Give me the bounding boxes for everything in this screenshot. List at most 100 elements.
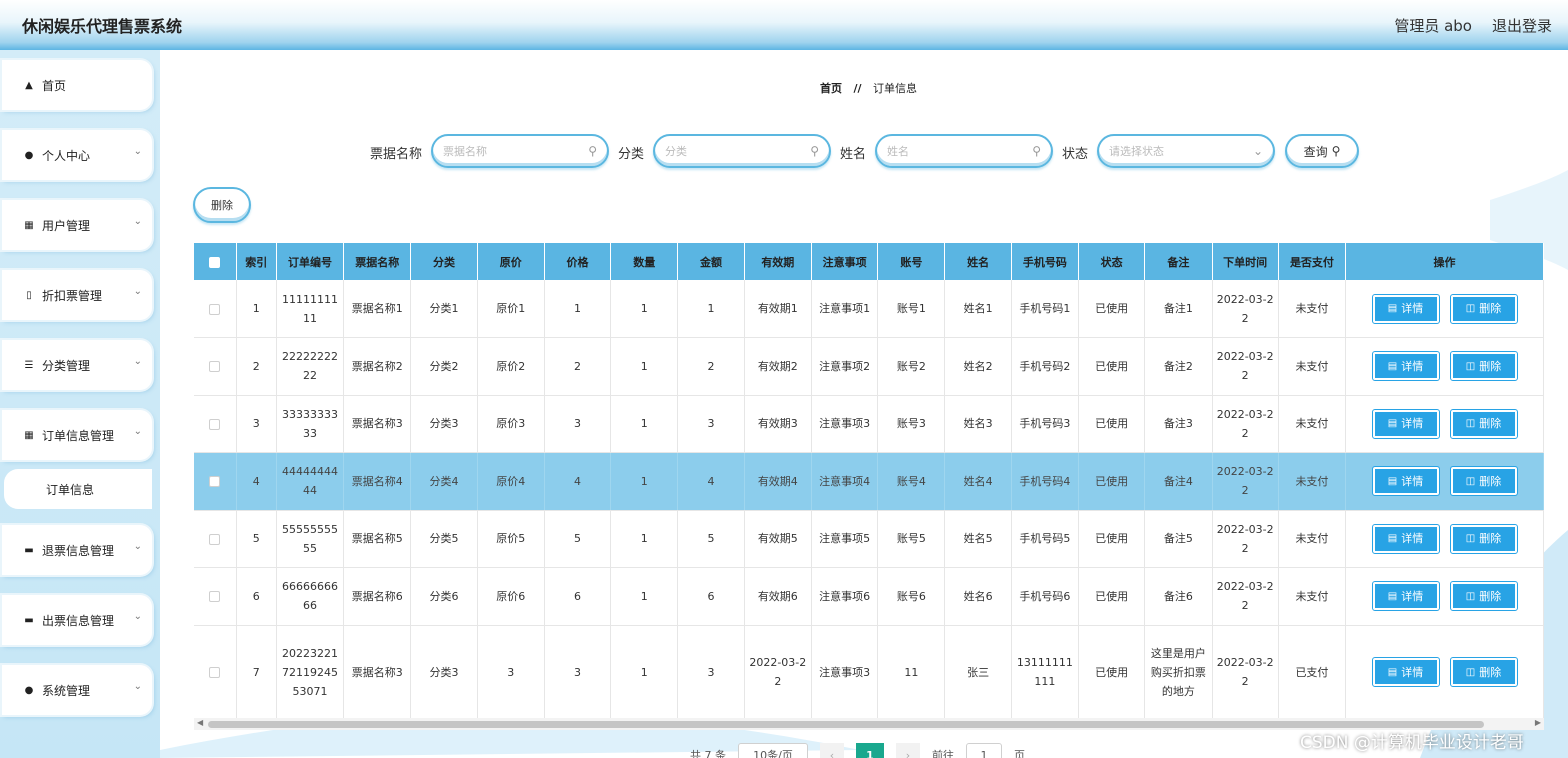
status-input[interactable] [1109,144,1249,158]
table-cell: 票据名称3 [343,395,412,453]
column-header: 姓名 [944,243,1012,280]
breadcrumb-current: 订单信息 [873,82,918,95]
scroll-right-icon[interactable]: ▶ [1535,718,1541,727]
sidebar-item-system[interactable]: ● 系统管理 ⌄ [2,665,152,715]
search-icon: ⚲ [588,144,597,158]
list-icon: ☰ [24,359,34,371]
table-cell: 2 [236,337,277,396]
detail-button[interactable]: ▤ 详情 [1371,657,1440,687]
category-input[interactable] [665,144,807,158]
detail-button[interactable]: ▤ 详情 [1371,408,1440,439]
detail-button[interactable]: ▤ 详情 [1371,293,1440,324]
table-cell: 姓名4 [944,452,1012,511]
table-row[interactable]: 2 2222222222 票据名称2 分类2 原价2 2 1 2 有效期2 注意事项2 账号2 姓名2… [194,337,1544,396]
table-cell: 7 [236,625,277,720]
row-select-cell[interactable] [194,395,237,453]
name-search[interactable]: ⚲ [875,134,1053,168]
breadcrumb-home[interactable]: 首页 [820,82,842,95]
detail-button[interactable]: ▤ 详情 [1371,581,1440,612]
table-cell: 张三 [944,625,1012,720]
operation-cell: ▤ 详情 ◫ 删除 [1345,280,1544,338]
table-cell: 已使用 [1078,280,1146,338]
detail-button[interactable]: ▤ 详情 [1371,466,1440,497]
sidebar-item-discount-ticket[interactable]: ▯ 折扣票管理 ⌄ [2,270,152,320]
ticket-name-input[interactable] [443,144,585,158]
batch-delete-button[interactable]: 删除 [193,187,251,223]
delete-button[interactable]: ◫ 删除 [1449,466,1518,497]
row-checkbox[interactable] [209,533,221,545]
sidebar-item-home[interactable]: ▲ 首页 [2,60,152,110]
table-cell: 原价6 [477,567,545,626]
table-cell: 手机号码5 [1011,510,1080,568]
name-input[interactable] [887,144,1029,158]
table-row[interactable]: 5 5555555555 票据名称5 分类5 原价5 5 1 5 有效期5 注意事项5 账号5 姓名5… [194,510,1544,568]
row-checkbox[interactable] [209,667,221,678]
table-row[interactable]: 7 20223221721192455307​1 票据名称3 分类3 3 3 1 3 2022-… [194,625,1544,720]
table-row[interactable]: 1 1111111111 票据名称1 分类1 原价1 1 1 1 有效期1 注意事项1 账号1 姓名1… [194,280,1544,338]
category-search[interactable]: ⚲ [653,134,831,168]
sidebar-item-user-management[interactable]: ▦ 用户管理 ⌄ [2,200,152,250]
delete-button[interactable]: ◫ 删除 [1449,523,1518,554]
table-row[interactable]: 3 3333333333 票据名称3 分类3 原价3 3 1 3 有效期3 注意事项3 账号3 姓名3… [194,395,1544,453]
row-checkbox[interactable] [209,303,221,315]
delete-button[interactable]: ◫ 删除 [1449,351,1518,382]
sidebar-subitem-order-info[interactable]: 订单信息 [4,469,152,509]
detail-button[interactable]: ▤ 详情 [1371,523,1440,554]
row-checkbox[interactable] [209,476,221,488]
sidebar-item-personal-center[interactable]: ● 个人中心 ⌄ [2,130,152,180]
select-all-checkbox[interactable] [209,256,221,268]
table-cell: 1 [610,337,679,396]
table-row[interactable]: 4 4444444444 票据名称4 分类4 原价4 4 1 4 有效期4 注意事项4 账号4 姓名4… [194,452,1544,511]
delete-button[interactable]: ◫ 删除 [1449,408,1518,439]
table-cell: 1 [610,280,679,338]
row-checkbox[interactable] [209,418,221,430]
row-select-cell[interactable] [194,452,237,511]
row-select-cell[interactable] [194,337,237,396]
row-select-cell[interactable] [194,280,237,338]
app-header: 休闲娱乐代理售票系统 管理员 abo 退出登录 [0,0,1568,50]
row-checkbox[interactable] [209,591,221,603]
logout-link[interactable]: 退出登录 [1492,15,1552,36]
scroll-left-icon[interactable]: ◀ [197,718,203,727]
table-cell: 2022-03-22 [1212,625,1279,720]
delete-button[interactable]: ◫ 删除 [1449,293,1518,324]
table-cell: 已支付 [1278,625,1347,720]
row-select-cell[interactable] [194,567,237,626]
next-page-icon[interactable]: › [896,743,920,758]
query-button[interactable]: 查询 ⚲ [1285,134,1359,168]
delete-button[interactable]: ◫ 删除 [1449,581,1518,612]
table-cell: 4444444444 [276,452,345,511]
document-icon: ▤ [1387,475,1398,487]
column-header: 票据名称 [343,243,412,280]
row-select-cell[interactable] [194,625,237,720]
current-page[interactable]: 1 [856,743,884,758]
status-select[interactable]: ⌄ [1097,134,1275,168]
table-cell: 3 [236,395,277,453]
goto-page-input[interactable]: 1 [966,743,1002,758]
table-cell: 未支付 [1278,567,1347,626]
row-select-cell[interactable] [194,510,237,568]
sidebar-item-category[interactable]: ☰ 分类管理 ⌄ [2,340,152,390]
delete-button[interactable]: ◫ 删除 [1449,657,1518,687]
detail-button[interactable]: ▤ 详情 [1371,351,1440,382]
document-icon: ▤ [1387,303,1398,314]
select-all-cell[interactable] [194,243,237,280]
user-icon: ● [24,684,34,696]
scrollbar-thumb[interactable] [208,721,1484,728]
column-header: 下单时间 [1212,243,1279,280]
table-cell: 分类3 [410,625,478,720]
sidebar-item-order-management[interactable]: ▦ 订单信息管理 ⌄ [2,410,152,460]
operation-cell: ▤ 详情 ◫ 删除 [1345,625,1544,720]
ticket-name-search[interactable]: ⚲ [431,134,609,168]
table-cell: 2022-03-22 [1212,280,1279,338]
sidebar-item-issue[interactable]: ▬ 出票信息管理 ⌄ [2,595,152,645]
column-header: 价格 [544,243,612,280]
table-cell: 已使用 [1078,395,1146,453]
page-size-select[interactable]: 10条/页 [738,743,808,758]
row-checkbox[interactable] [209,361,221,373]
sidebar-item-refund[interactable]: ▬ 退票信息管理 ⌄ [2,525,152,575]
main-content: 首页 // 订单信息 票据名称 ⚲ 分类 ⚲ 姓名 ⚲ 状态 ⌄ 查询 ⚲ 删除 [160,50,1568,758]
prev-page-icon[interactable]: ‹ [820,743,844,758]
table-cell: 票据名称3 [343,625,412,720]
table-row[interactable]: 6 6666666666 票据名称6 分类6 原价6 6 1 6 有效期6 注意事项6 账号6 姓名6… [194,567,1544,626]
